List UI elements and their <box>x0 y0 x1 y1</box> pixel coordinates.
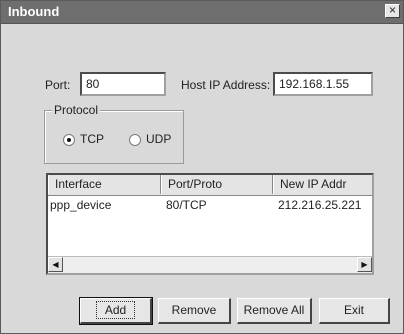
scroll-left-icon[interactable]: ◀ <box>48 257 63 272</box>
close-icon: × <box>388 3 396 17</box>
protocol-group: Protocol TCP UDP <box>44 103 184 164</box>
protocol-legend: Protocol <box>52 103 101 117</box>
tcp-radio-label[interactable]: TCP <box>80 132 104 146</box>
inbound-dialog: Inbound × Port: Host IP Address: Protoco… <box>0 0 404 334</box>
udp-radio-label[interactable]: UDP <box>146 132 171 146</box>
tcp-radio[interactable] <box>63 134 75 146</box>
host-ip-label: Host IP Address: <box>181 78 271 92</box>
cell-port-proto: 80/TCP <box>166 198 207 212</box>
exit-button[interactable]: Exit <box>319 298 390 324</box>
window-title: Inbound <box>8 4 60 19</box>
title-bar[interactable]: Inbound × <box>1 1 403 24</box>
table-row[interactable]: ppp_device 80/TCP 212.216.25.221 <box>48 197 372 215</box>
add-button[interactable]: Add <box>79 297 153 325</box>
udp-radio[interactable] <box>129 134 141 146</box>
forwarding-table[interactable]: Interface Port/Proto New IP Addr ppp_dev… <box>46 173 374 275</box>
scroll-right-icon[interactable]: ▶ <box>357 257 372 272</box>
port-input[interactable] <box>80 72 166 96</box>
radio-selected-dot <box>67 138 71 142</box>
table-header: Interface Port/Proto New IP Addr <box>48 175 372 196</box>
horizontal-scrollbar[interactable]: ◀ ▶ <box>48 256 372 273</box>
cell-new-ip: 212.216.25.221 <box>278 198 362 212</box>
cell-interface: ppp_device <box>50 198 112 212</box>
close-button[interactable]: × <box>385 4 400 18</box>
host-ip-input[interactable] <box>273 72 373 96</box>
column-port-proto[interactable]: Port/Proto <box>161 175 273 194</box>
column-interface[interactable]: Interface <box>48 175 161 194</box>
remove-button[interactable]: Remove <box>158 298 231 324</box>
column-new-ip-addr[interactable]: New IP Addr <box>273 175 372 194</box>
remove-all-button[interactable]: Remove All <box>237 298 312 324</box>
port-label: Port: <box>45 78 71 92</box>
add-button-label: Add <box>95 301 136 319</box>
